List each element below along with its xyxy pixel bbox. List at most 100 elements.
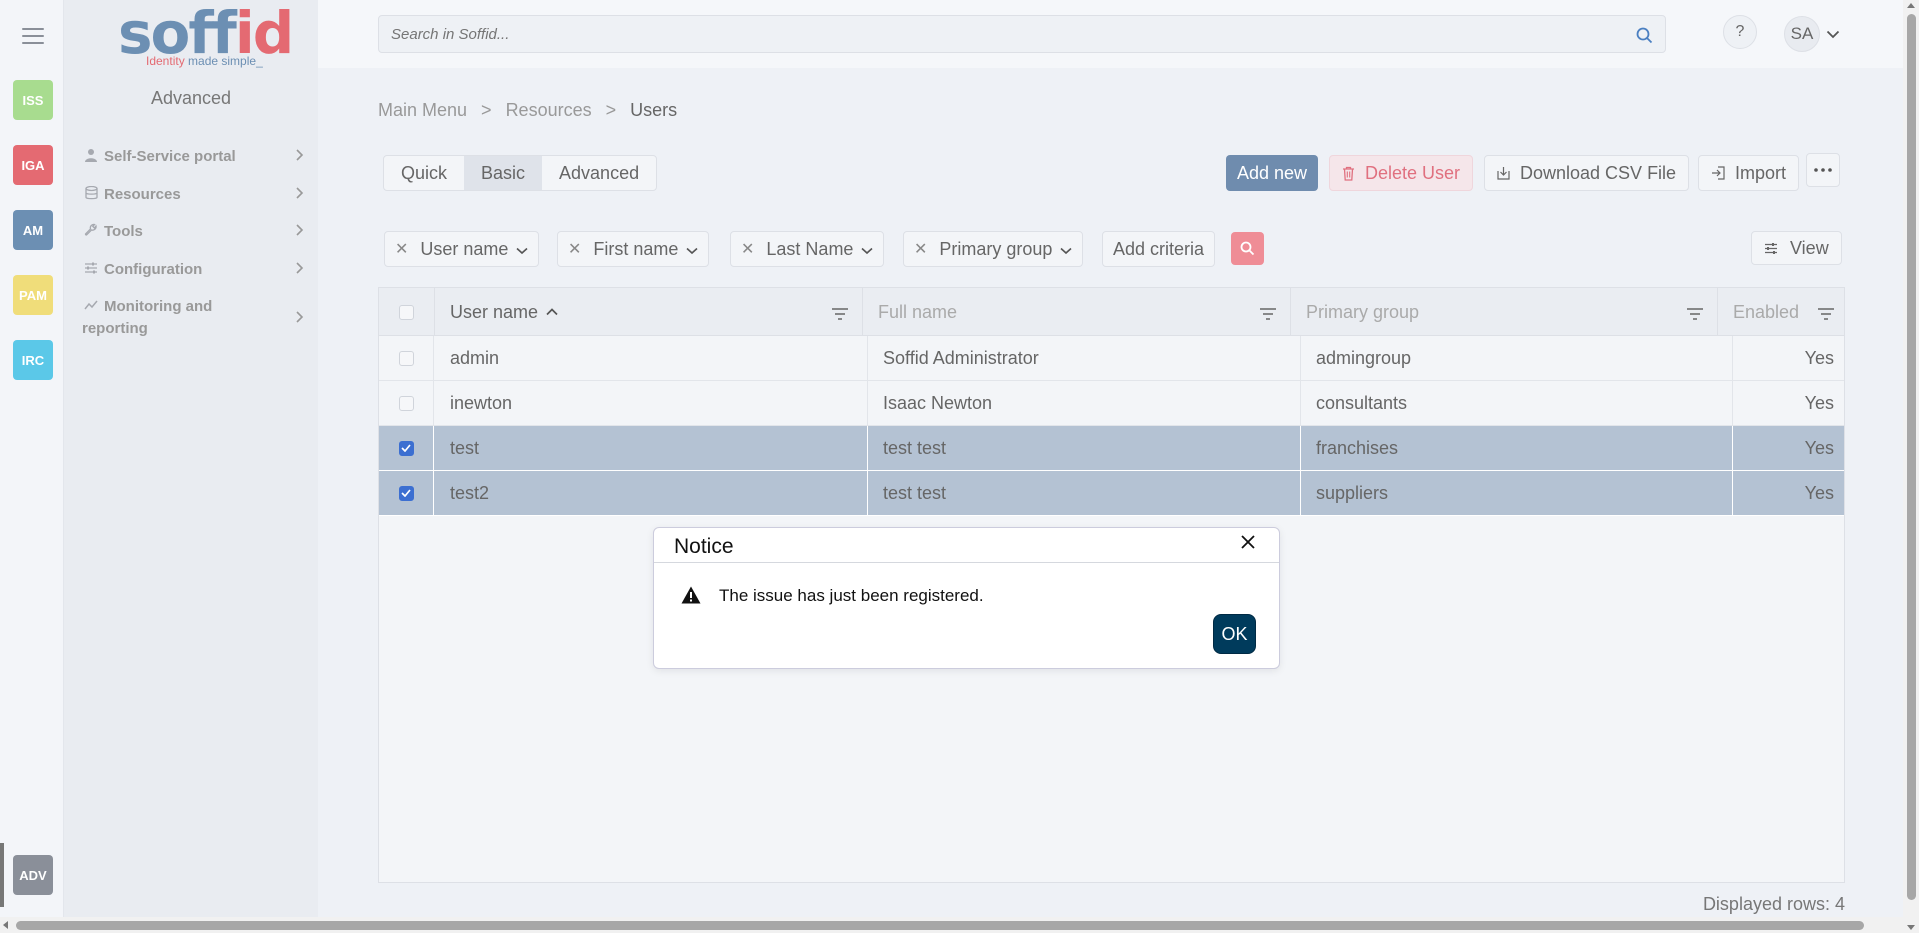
sidebar-item-label: Self-Service portal bbox=[104, 148, 236, 165]
remove-filter-icon[interactable]: ✕ bbox=[914, 239, 927, 259]
column-primary-group[interactable]: Primary group bbox=[1291, 288, 1718, 336]
rail-pam-button[interactable]: PAM bbox=[13, 275, 53, 315]
row-checkbox[interactable] bbox=[398, 440, 414, 456]
scrollbar-thumb[interactable] bbox=[1907, 14, 1916, 900]
row-checkbox[interactable] bbox=[398, 350, 414, 366]
more-icon bbox=[1814, 168, 1832, 172]
filter-chip-primary-group[interactable]: ✕ Primary group bbox=[903, 231, 1084, 267]
breadcrumb-separator: > bbox=[605, 100, 617, 120]
rail-active-indicator bbox=[0, 843, 4, 907]
vertical-scrollbar[interactable] bbox=[1903, 0, 1919, 933]
filter-chip-label: Last Name bbox=[766, 238, 854, 259]
filter-icon[interactable] bbox=[1818, 304, 1834, 325]
breadcrumb-resources[interactable]: Resources bbox=[506, 100, 592, 121]
delete-user-label: Delete User bbox=[1365, 162, 1461, 183]
sidebar-item-tools[interactable]: Tools bbox=[82, 221, 314, 243]
sidebar-item-resources[interactable]: Resources bbox=[82, 184, 314, 206]
table-row[interactable]: test2 test test suppliers Yes bbox=[379, 471, 1844, 516]
download-csv-label: Download CSV File bbox=[1520, 162, 1677, 183]
tab-quick[interactable]: Quick bbox=[384, 156, 464, 190]
download-csv-button[interactable]: Download CSV File bbox=[1484, 155, 1690, 191]
sidebar-title: Advanced bbox=[150, 88, 232, 108]
search-input[interactable] bbox=[379, 16, 1665, 52]
column-user-name[interactable]: User name bbox=[435, 288, 863, 336]
close-icon[interactable] bbox=[1241, 535, 1259, 553]
search-icon[interactable] bbox=[1636, 27, 1653, 49]
filter-chip-user-name[interactable]: ✕ User name bbox=[384, 231, 540, 267]
cell-user-name: test bbox=[435, 426, 868, 470]
remove-filter-icon[interactable]: ✕ bbox=[741, 239, 754, 259]
column-label: Primary group bbox=[1306, 301, 1420, 322]
scroll-up-icon[interactable] bbox=[1907, 3, 1915, 8]
view-button[interactable]: View bbox=[1751, 231, 1842, 265]
rail-iga-button[interactable]: IGA bbox=[13, 145, 53, 185]
breadcrumb: Main Menu > Resources > Users bbox=[378, 100, 677, 121]
row-select-cell bbox=[379, 336, 434, 380]
chevron-right-icon bbox=[295, 261, 304, 279]
rail-irc-button[interactable]: IRC bbox=[13, 340, 53, 380]
cell-enabled: Yes bbox=[1804, 392, 1834, 413]
soffid-logo[interactable]: soffid Identity made simple_ bbox=[118, 2, 294, 72]
user-menu-button[interactable]: SA bbox=[1784, 15, 1844, 53]
run-search-button[interactable] bbox=[1231, 232, 1264, 265]
horizontal-scrollbar[interactable] bbox=[0, 917, 1911, 933]
select-all-cell bbox=[379, 288, 435, 336]
add-new-button[interactable]: Add new bbox=[1226, 155, 1318, 191]
filter-chip-first-name[interactable]: ✕ First name bbox=[557, 231, 710, 267]
column-label: Full name bbox=[878, 301, 958, 322]
select-all-checkbox[interactable] bbox=[399, 304, 414, 320]
import-button[interactable]: Import bbox=[1698, 155, 1800, 191]
cell-full-name: test test bbox=[868, 471, 1301, 515]
remove-filter-icon[interactable]: ✕ bbox=[568, 239, 581, 259]
column-full-name[interactable]: Full name bbox=[863, 288, 1291, 336]
cell-user-name: test2 bbox=[435, 471, 868, 515]
breadcrumb-main-menu[interactable]: Main Menu bbox=[378, 100, 467, 121]
tab-advanced[interactable]: Advanced bbox=[542, 156, 656, 190]
row-select-cell bbox=[379, 471, 434, 515]
tab-basic[interactable]: Basic bbox=[464, 156, 543, 190]
scroll-down-icon[interactable] bbox=[1907, 925, 1915, 930]
filter-icon[interactable] bbox=[832, 304, 848, 325]
column-label: Enabled bbox=[1733, 301, 1800, 322]
scrollbar-thumb[interactable] bbox=[16, 921, 1864, 930]
global-search bbox=[378, 15, 1666, 53]
sort-asc-icon bbox=[546, 308, 558, 316]
rail-iss-button[interactable]: ISS bbox=[13, 80, 53, 120]
cell-enabled: Yes bbox=[1804, 482, 1834, 503]
sidebar-item-monitoring[interactable]: Monitoring and reporting bbox=[82, 296, 304, 340]
breadcrumb-current: Users bbox=[630, 100, 678, 120]
cell-full-name: test test bbox=[868, 426, 1301, 470]
dialog-message: The issue has just been registered. bbox=[719, 586, 984, 605]
filter-chip-last-name[interactable]: ✕ Last Name bbox=[730, 231, 885, 267]
breadcrumb-separator: > bbox=[481, 100, 492, 120]
sidebar-item-configuration[interactable]: Configuration bbox=[82, 259, 314, 281]
chevron-right-icon bbox=[295, 310, 304, 328]
column-enabled[interactable]: Enabled bbox=[1718, 288, 1844, 336]
cell-enabled: Yes bbox=[1804, 347, 1834, 368]
row-checkbox[interactable] bbox=[398, 485, 414, 501]
sidebar-item-label: Resources bbox=[104, 186, 181, 203]
cell-primary-group: admingroup bbox=[1301, 336, 1733, 380]
menu-icon[interactable] bbox=[22, 28, 44, 44]
filter-icon[interactable] bbox=[1687, 304, 1703, 325]
trash-icon bbox=[1342, 166, 1355, 181]
add-criteria-button[interactable]: Add criteria bbox=[1102, 231, 1216, 267]
rail-am-button[interactable]: AM bbox=[13, 210, 53, 250]
table-row[interactable]: inewton Isaac Newton consultants Yes bbox=[379, 381, 1844, 426]
filter-icon[interactable] bbox=[1260, 304, 1276, 325]
sidebar: soffid Identity made simple_ Advanced Se… bbox=[64, 0, 318, 933]
rail-adv-button[interactable]: ADV bbox=[13, 855, 53, 895]
sidebar-item-self-service[interactable]: Self-Service portal bbox=[82, 146, 314, 168]
ok-button[interactable]: OK bbox=[1213, 614, 1256, 654]
filter-chip-label: User name bbox=[420, 238, 509, 259]
help-button[interactable]: ? bbox=[1723, 15, 1757, 49]
remove-filter-icon[interactable]: ✕ bbox=[395, 239, 408, 259]
delete-user-button[interactable]: Delete User bbox=[1329, 155, 1474, 191]
more-actions-button[interactable] bbox=[1806, 153, 1840, 187]
table-row[interactable]: admin Soffid Administrator admingroup Ye… bbox=[379, 336, 1844, 381]
cell-primary-group: consultants bbox=[1301, 381, 1733, 425]
table-row[interactable]: test test test franchises Yes bbox=[379, 426, 1844, 471]
row-checkbox[interactable] bbox=[398, 395, 414, 411]
scroll-left-icon[interactable] bbox=[3, 921, 8, 929]
row-select-cell bbox=[379, 426, 434, 470]
